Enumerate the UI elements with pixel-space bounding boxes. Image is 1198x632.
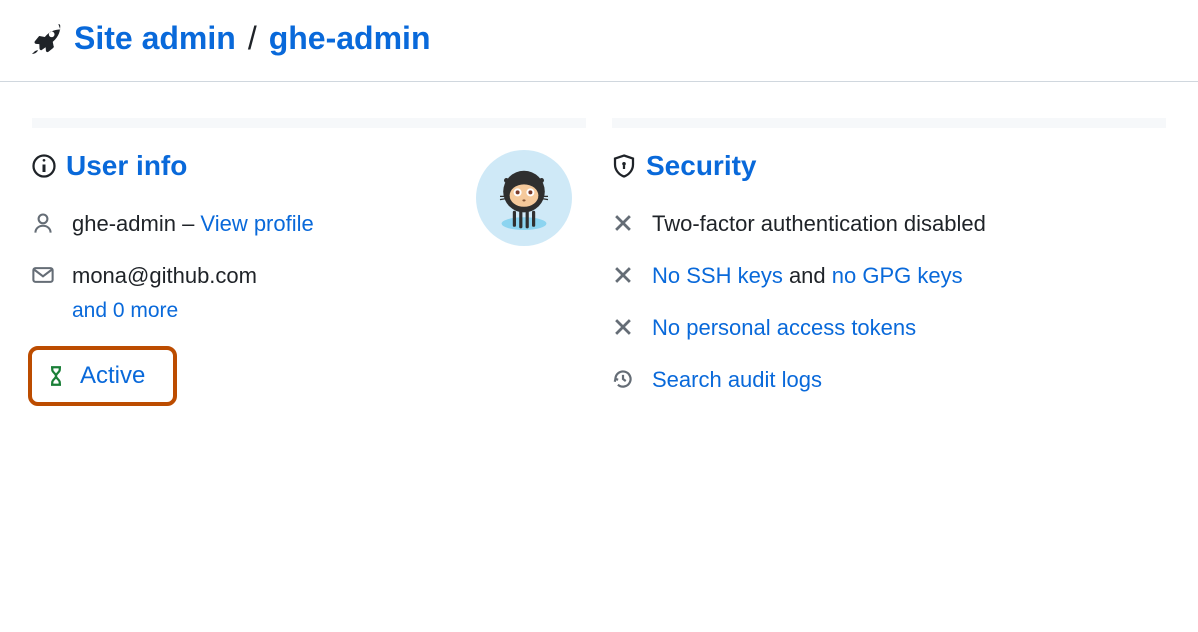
hourglass-icon <box>46 365 66 387</box>
keys-row: No SSH keys and no GPG keys <box>612 260 1166 292</box>
username-row: ghe-admin – View profile <box>32 208 476 240</box>
search-audit-logs-link[interactable]: Search audit logs <box>652 367 822 392</box>
email-text: mona@github.com <box>72 263 257 288</box>
user-info-link[interactable]: User info <box>66 150 187 182</box>
mail-icon <box>32 264 54 286</box>
keys-and-text: and <box>783 263 832 288</box>
more-emails-link[interactable]: and 0 more <box>72 296 476 326</box>
email-row: mona@github.com and 0 more <box>32 260 476 326</box>
breadcrumb-site-admin[interactable]: Site admin <box>74 20 236 57</box>
username-dash: – <box>176 211 200 236</box>
active-status-box: Active <box>28 346 177 406</box>
person-icon <box>32 212 54 234</box>
active-link[interactable]: Active <box>80 362 145 390</box>
user-info-header: User info <box>32 150 476 182</box>
audit-logs-row: Search audit logs <box>612 364 1166 396</box>
avatar <box>476 150 572 246</box>
x-icon <box>612 212 634 234</box>
rocket-icon <box>32 24 62 54</box>
shield-icon <box>612 154 636 178</box>
no-tokens-link[interactable]: No personal access tokens <box>652 315 916 340</box>
breadcrumb-user[interactable]: ghe-admin <box>269 20 431 57</box>
page-header: Site admin / ghe-admin <box>0 0 1198 82</box>
user-info-column: User info ghe-admin – View profile <box>32 118 586 416</box>
info-icon <box>32 154 56 178</box>
twofa-row: Two-factor authentication disabled <box>612 208 1166 240</box>
tokens-row: No personal access tokens <box>612 312 1166 344</box>
security-header: Security <box>612 150 1166 182</box>
breadcrumb: Site admin / ghe-admin <box>32 20 1166 57</box>
security-column: Security Two-factor authentication disab… <box>612 118 1166 416</box>
username-text: ghe-admin <box>72 211 176 236</box>
column-divider <box>612 118 1166 128</box>
twofa-text: Two-factor authentication disabled <box>652 211 986 236</box>
no-ssh-keys-link[interactable]: No SSH keys <box>652 263 783 288</box>
no-gpg-keys-link[interactable]: no GPG keys <box>832 263 963 288</box>
column-divider <box>32 118 586 128</box>
breadcrumb-separator: / <box>248 20 257 57</box>
content: User info ghe-admin – View profile <box>0 82 1198 452</box>
avatar-image <box>484 158 564 238</box>
history-icon <box>612 368 634 390</box>
security-link[interactable]: Security <box>646 150 757 182</box>
x-icon <box>612 316 634 338</box>
view-profile-link[interactable]: View profile <box>200 211 313 236</box>
x-icon <box>612 264 634 286</box>
